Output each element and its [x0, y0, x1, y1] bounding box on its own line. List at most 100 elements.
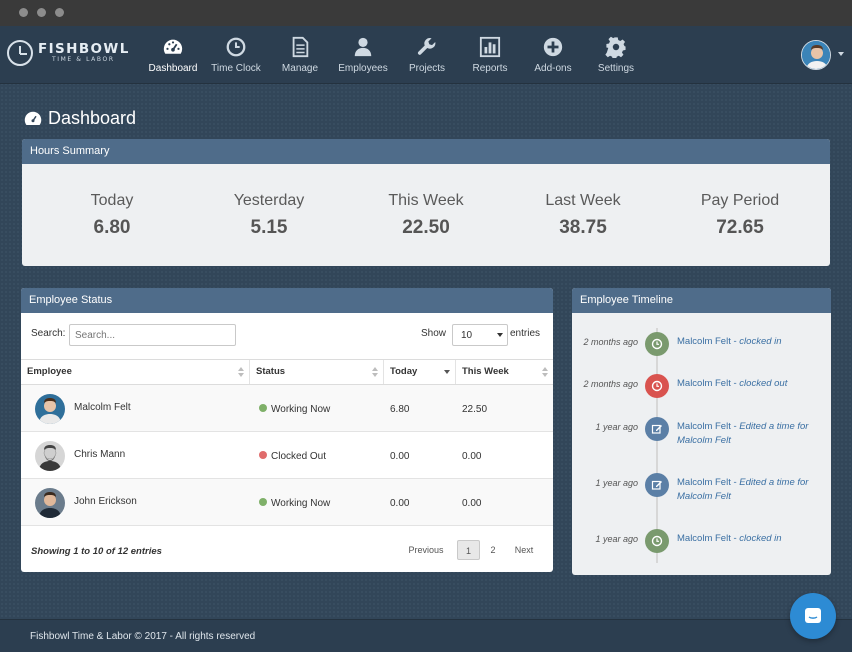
summary-yesterday: Yesterday 5.15 — [189, 192, 349, 239]
pagination-next[interactable]: Next — [509, 540, 539, 560]
timeline-time: 1 year ago — [595, 478, 638, 488]
window-minimize-dot[interactable] — [37, 8, 46, 17]
entries-per-page-select[interactable]: 10 — [452, 324, 508, 346]
employee-name[interactable]: John Erickson — [74, 496, 137, 507]
nav-item-add-ons[interactable]: Add-ons — [518, 36, 588, 74]
nav-item-label: Settings — [597, 63, 635, 74]
status-badge: Clocked Out — [259, 451, 326, 462]
window-close-dot[interactable] — [19, 8, 28, 17]
column-header-label: Today — [390, 366, 418, 377]
status-dot-icon — [259, 404, 267, 412]
page-title-text: Dashboard — [48, 108, 137, 128]
user-icon — [328, 36, 398, 58]
window-chrome — [0, 0, 852, 26]
timeline-text[interactable]: Malcolm Felt - clocked in — [677, 532, 825, 546]
user-menu-caret-icon[interactable] — [838, 52, 844, 56]
timeline-text[interactable]: Malcolm Felt - Edited a time for Malcolm… — [677, 476, 825, 504]
avatar — [35, 488, 65, 518]
panel-title: Hours Summary — [22, 139, 830, 164]
status-text: Working Now — [271, 498, 331, 509]
panel-title: Employee Timeline — [572, 288, 831, 313]
status-dot-icon — [259, 498, 267, 506]
column-header-label: Employee — [27, 366, 72, 377]
column-header-employee[interactable]: Employee — [21, 360, 250, 384]
document-icon — [265, 36, 335, 58]
week-hours: 0.00 — [462, 451, 482, 462]
gear-icon — [581, 36, 651, 60]
summary-label: Today — [90, 192, 134, 209]
entries-per-page-value: 10 — [461, 330, 473, 341]
chat-button[interactable] — [790, 593, 836, 639]
timeline-employee-name[interactable]: Malcolm Felt — [677, 533, 731, 544]
clock-icon — [201, 36, 271, 58]
footer-text: Fishbowl Time & Labor © 2017 - All right… — [30, 631, 256, 642]
nav-item-label: Reports — [472, 63, 508, 74]
avatar — [35, 394, 65, 424]
column-header-status[interactable]: Status — [250, 360, 384, 384]
table-header: Employee Status Today This Week — [21, 359, 553, 385]
nav-item-time-clock[interactable]: Time Clock — [201, 36, 271, 74]
table-row[interactable]: Malcolm Felt Working Now 6.80 22.50 — [21, 385, 553, 432]
table-info: Showing 1 to 10 of 12 entries — [31, 546, 162, 557]
nav-item-dashboard[interactable]: Dashboard — [138, 36, 208, 74]
summary-value: 72.65 — [716, 217, 764, 238]
timeline-employee-name[interactable]: Malcolm Felt — [677, 378, 731, 389]
timeline-action: clocked in — [739, 336, 782, 347]
employee-timeline-panel: Employee Timeline 2 months ago Malcolm F… — [572, 288, 831, 575]
nav-item-employees[interactable]: Employees — [328, 36, 398, 74]
summary-label: Yesterday — [233, 192, 305, 209]
timeline-time: 2 months ago — [583, 379, 638, 389]
edit-icon — [645, 473, 669, 497]
column-header-this-week[interactable]: This Week — [456, 360, 553, 384]
logo-clock-icon — [7, 40, 33, 66]
summary-last-week: Last Week 38.75 — [503, 192, 663, 239]
user-avatar[interactable] — [801, 40, 831, 70]
nav-item-manage[interactable]: Manage — [265, 36, 335, 74]
nav-item-label: Projects — [408, 63, 446, 74]
timeline-employee-name[interactable]: Malcolm Felt — [677, 421, 731, 432]
sort-desc-icon — [444, 367, 450, 377]
column-header-label: This Week — [462, 366, 509, 377]
chevron-down-icon — [497, 333, 503, 337]
nav-item-label: Add-ons — [534, 63, 572, 74]
week-hours: 0.00 — [462, 498, 482, 509]
panel-title: Employee Status — [21, 288, 553, 313]
sort-icon — [238, 367, 244, 377]
edit-icon — [645, 417, 669, 441]
pagination-page-2[interactable]: 2 — [483, 540, 503, 560]
window-maximize-dot[interactable] — [55, 8, 64, 17]
bar-chart-icon — [455, 36, 525, 58]
logo-brand-sub: TIME & LABOR — [52, 56, 115, 63]
summary-pay-period: Pay Period 72.65 — [660, 192, 820, 239]
summary-value: 6.80 — [93, 217, 131, 238]
wrench-icon — [392, 36, 462, 58]
nav-item-projects[interactable]: Projects — [392, 36, 462, 74]
entries-label: entries — [510, 328, 541, 339]
summary-today: Today 6.80 — [32, 192, 192, 239]
table-row[interactable]: John Erickson Working Now 0.00 0.00 — [21, 479, 553, 526]
nav-item-label: Manage — [281, 63, 319, 74]
top-navigation: FISHBOWL TIME & LABOR Dashboard Time Clo… — [0, 26, 852, 84]
column-header-today[interactable]: Today — [384, 360, 456, 384]
nav-item-settings[interactable]: Settings — [581, 36, 651, 74]
timeline-employee-name[interactable]: Malcolm Felt — [677, 336, 731, 347]
employee-name[interactable]: Malcolm Felt — [74, 402, 131, 413]
employee-status-panel: Employee Status Search: Show 10 entries … — [21, 288, 553, 572]
summary-value: 5.15 — [250, 217, 288, 238]
employee-name[interactable]: Chris Mann — [74, 449, 125, 460]
timeline-text[interactable]: Malcolm Felt - Edited a time for Malcolm… — [677, 420, 825, 448]
plus-circle-icon — [518, 36, 588, 58]
timeline-time: 1 year ago — [595, 422, 638, 432]
nav-item-reports[interactable]: Reports — [455, 36, 525, 74]
timeline-action: clocked in — [739, 533, 782, 544]
table-row[interactable]: Chris Mann Clocked Out 0.00 0.00 — [21, 432, 553, 479]
timeline-text[interactable]: Malcolm Felt - clocked out — [677, 377, 825, 391]
pagination-previous[interactable]: Previous — [405, 540, 447, 560]
dashboard-icon — [24, 111, 42, 126]
timeline-text[interactable]: Malcolm Felt - clocked in — [677, 335, 825, 349]
timeline-employee-name[interactable]: Malcolm Felt — [677, 477, 731, 488]
search-input[interactable] — [69, 324, 236, 346]
dashboard-icon — [138, 36, 208, 58]
pagination-page-1[interactable]: 1 — [457, 540, 480, 560]
today-hours: 6.80 — [390, 404, 410, 415]
